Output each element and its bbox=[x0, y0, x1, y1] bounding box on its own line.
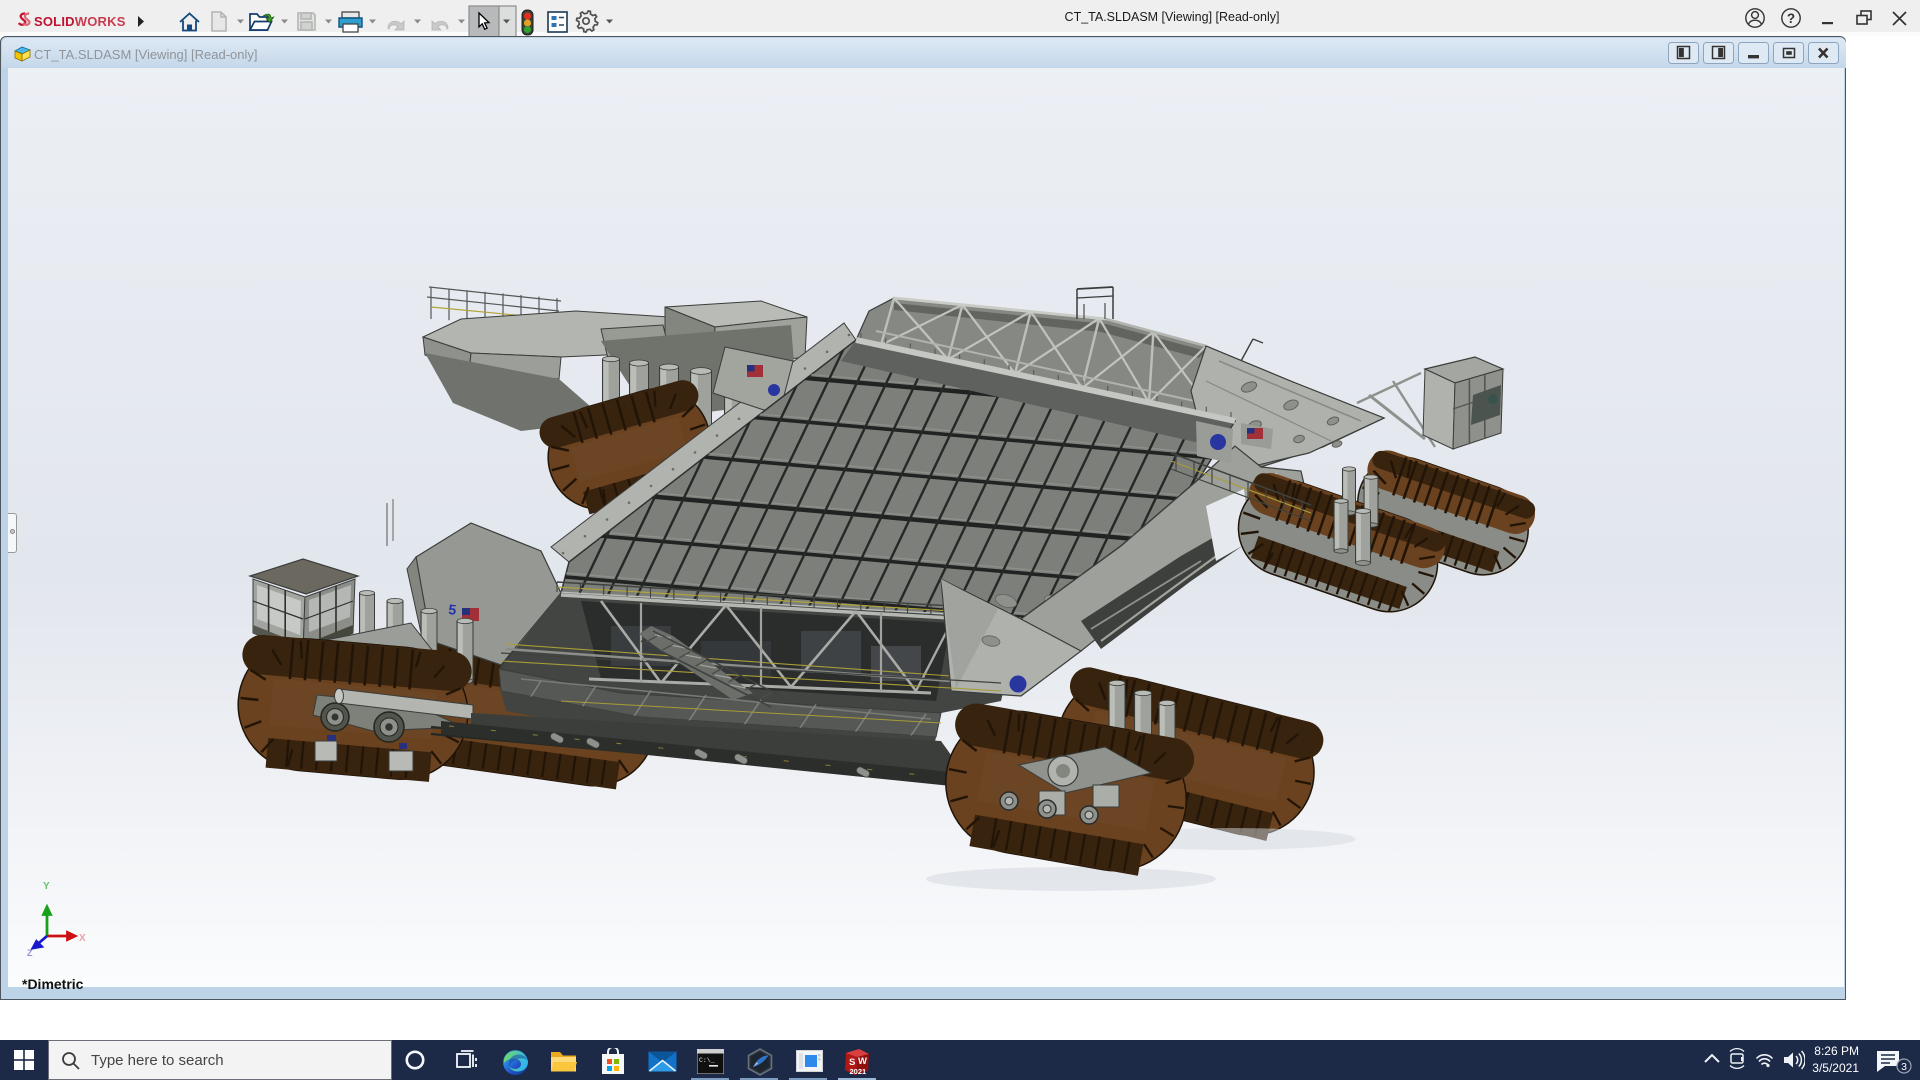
svg-text:X: X bbox=[79, 933, 86, 944]
svg-text:Z: Z bbox=[27, 948, 33, 958]
svg-text:C:\_: C:\_ bbox=[699, 1057, 715, 1064]
svg-text:3: 3 bbox=[1901, 1061, 1907, 1073]
svg-text:Y: Y bbox=[43, 881, 50, 892]
svg-text:SOLIDWORKS: SOLIDWORKS bbox=[34, 14, 126, 29]
svg-text:?: ? bbox=[1787, 11, 1795, 26]
svg-text:2021: 2021 bbox=[850, 1067, 867, 1076]
svg-text:W: W bbox=[858, 1056, 867, 1067]
